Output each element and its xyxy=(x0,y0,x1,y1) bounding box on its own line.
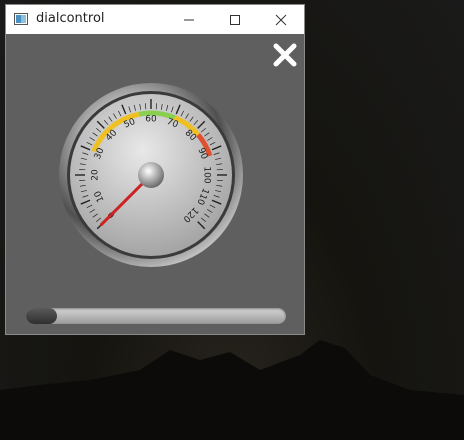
dial-tick-label: 20 xyxy=(91,169,101,181)
minimize-button[interactable] xyxy=(166,5,212,34)
speed-dial[interactable]: 0102030405060708090100110120 xyxy=(58,82,244,268)
close-x-icon[interactable] xyxy=(272,42,298,68)
window-close-button[interactable] xyxy=(258,5,304,34)
dial-hub xyxy=(138,162,164,188)
dial-tick-label: 100 xyxy=(202,166,212,183)
window-title: dialcontrol xyxy=(36,11,105,26)
maximize-icon xyxy=(230,14,240,25)
progress-fill xyxy=(26,308,58,324)
close-icon xyxy=(275,14,287,25)
progress-bar[interactable] xyxy=(26,308,286,324)
title-bar[interactable]: dialcontrol xyxy=(6,5,304,34)
background-mountains xyxy=(0,340,464,440)
minimize-icon xyxy=(184,19,194,20)
main-content: 0102030405060708090100110120 xyxy=(6,34,304,334)
dial-tick-label: 60 xyxy=(145,115,157,125)
maximize-button[interactable] xyxy=(212,5,258,34)
app-window: dialcontrol 10 20 30 40 50 60 70 80 90 1… xyxy=(5,4,305,335)
app-icon xyxy=(14,13,28,25)
